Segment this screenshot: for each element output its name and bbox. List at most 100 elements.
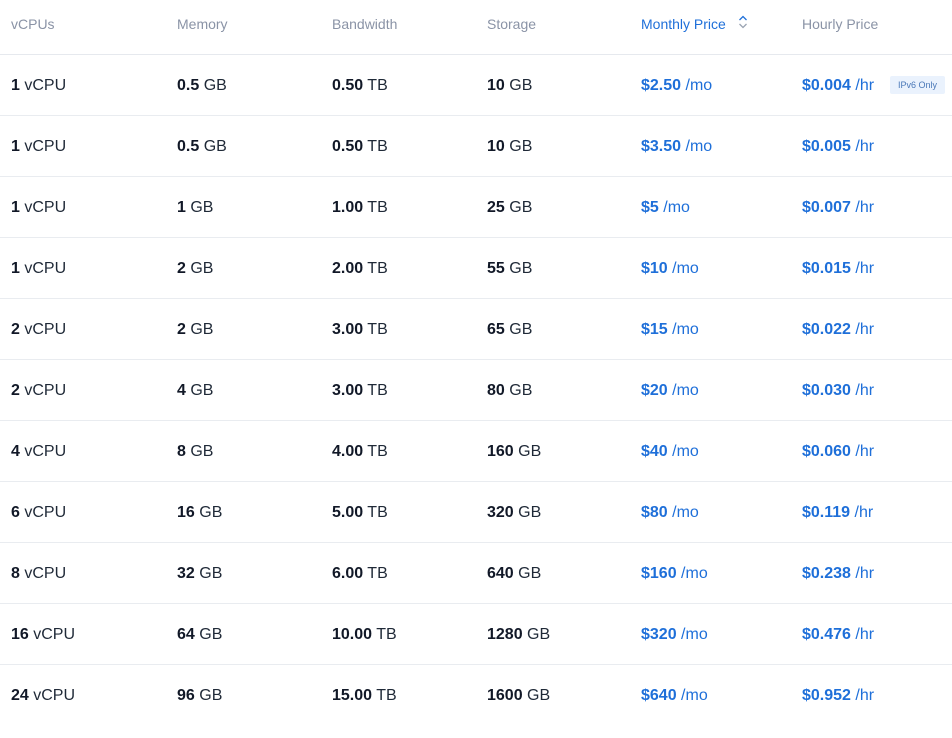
monthly-price-cell: $5 /mo: [641, 177, 690, 237]
hourly-price-value: $0.004: [802, 77, 851, 94]
header-monthly-price-label: Monthly Price: [641, 16, 726, 32]
storage-cell: 1280 GB: [487, 604, 550, 664]
table-row[interactable]: 6 vCPU 16 GB 5.00 TB 320 GB $80 /mo $0.119 /h…: [0, 482, 952, 543]
bandwidth-cell: 5.00 TB: [332, 482, 388, 542]
memory-cell: 16 GB: [177, 482, 222, 542]
bandwidth-value: 10.00: [332, 626, 373, 643]
storage-value: 1600: [487, 687, 523, 704]
memory-cell: 2 GB: [177, 299, 213, 359]
monthly-price-cell: $2.50 /mo: [641, 55, 712, 115]
table-body: 1 vCPU 0.5 GB 0.50 TB 10 GB $2.50 /mo $0.004 …: [0, 55, 952, 725]
memory-cell: 2 GB: [177, 238, 213, 298]
hourly-price-value: $0.119: [802, 504, 851, 521]
bandwidth-value: 3.00: [332, 382, 364, 399]
bandwidth-cell: 3.00 TB: [332, 360, 388, 420]
header-monthly-price[interactable]: Monthly Price: [641, 15, 748, 34]
vcpus-value: 6: [11, 504, 20, 521]
memory-cell: 1 GB: [177, 177, 213, 237]
table-row[interactable]: 8 vCPU 32 GB 6.00 TB 640 GB $160 /mo $0.238 /…: [0, 543, 952, 604]
vcpus-unit: vCPU: [33, 626, 76, 643]
hourly-price-cell: $0.030 /hr: [802, 360, 874, 420]
hourly-price-unit: /hr: [855, 626, 875, 643]
bandwidth-unit: TB: [367, 260, 388, 277]
storage-cell: 10 GB: [487, 116, 532, 176]
monthly-price-unit: /mo: [685, 138, 713, 155]
hourly-price-cell: $0.015 /hr: [802, 238, 874, 298]
hourly-price-value: $0.015: [802, 260, 851, 277]
vcpus-unit: vCPU: [24, 138, 67, 155]
header-hourly-price[interactable]: Hourly Price: [802, 15, 878, 33]
monthly-price-value: $40: [641, 443, 668, 460]
hourly-price-cell: $0.238 /hr: [802, 543, 874, 603]
hourly-price-value: $0.476: [802, 626, 851, 643]
header-memory[interactable]: Memory: [177, 15, 228, 33]
table-row[interactable]: 16 vCPU 64 GB 10.00 TB 1280 GB $320 /mo $0.47…: [0, 604, 952, 665]
table-header: vCPUs Memory Bandwidth Storage Monthly P…: [0, 0, 952, 55]
table-row[interactable]: 2 vCPU 4 GB 3.00 TB 80 GB $20 /mo $0.030 /hr: [0, 360, 952, 421]
monthly-price-cell: $10 /mo: [641, 238, 699, 298]
vcpus-cell: 1 vCPU: [11, 55, 66, 115]
memory-value: 2: [177, 321, 186, 338]
monthly-price-unit: /mo: [681, 687, 708, 704]
hourly-price-cell: $0.007 /hr: [802, 177, 874, 237]
vcpus-unit: vCPU: [33, 687, 76, 704]
monthly-price-unit: /mo: [681, 626, 708, 643]
monthly-price-cell: $640 /mo: [641, 665, 708, 725]
hourly-price-value: $0.060: [802, 443, 851, 460]
monthly-price-unit: /mo: [672, 443, 699, 460]
bandwidth-unit: TB: [367, 382, 388, 399]
hourly-price-value: $0.238: [802, 565, 851, 582]
vcpus-value: 2: [11, 382, 20, 399]
vcpus-cell: 24 vCPU: [11, 665, 75, 725]
memory-value: 16: [177, 504, 195, 521]
hourly-price-unit: /hr: [855, 321, 875, 338]
hourly-price-unit: /hr: [855, 138, 875, 155]
storage-value: 640: [487, 565, 514, 582]
bandwidth-cell: 0.50 TB: [332, 55, 388, 115]
memory-unit: GB: [199, 504, 223, 521]
memory-value: 8: [177, 443, 186, 460]
storage-value: 80: [487, 382, 505, 399]
pricing-table: vCPUs Memory Bandwidth Storage Monthly P…: [0, 0, 952, 725]
storage-unit: GB: [509, 321, 533, 338]
bandwidth-unit: TB: [376, 626, 397, 643]
hourly-price-cell: $0.476 /hr: [802, 604, 874, 664]
bandwidth-cell: 1.00 TB: [332, 177, 388, 237]
monthly-price-value: $5: [641, 199, 659, 216]
vcpus-cell: 6 vCPU: [11, 482, 66, 542]
monthly-price-value: $2.50: [641, 77, 682, 94]
sort-up-down-icon[interactable]: [738, 15, 748, 33]
table-row[interactable]: 24 vCPU 96 GB 15.00 TB 1600 GB $640 /mo $0.95…: [0, 665, 952, 725]
memory-value: 96: [177, 687, 195, 704]
table-row[interactable]: 1 vCPU 2 GB 2.00 TB 55 GB $10 /mo $0.015 /hr: [0, 238, 952, 299]
header-vcpus[interactable]: vCPUs: [11, 15, 55, 33]
monthly-price-unit: /mo: [672, 382, 699, 399]
table-row[interactable]: 2 vCPU 2 GB 3.00 TB 65 GB $15 /mo $0.022 /hr: [0, 299, 952, 360]
vcpus-cell: 1 vCPU: [11, 238, 66, 298]
storage-unit: GB: [509, 382, 533, 399]
storage-cell: 640 GB: [487, 543, 541, 603]
monthly-price-cell: $80 /mo: [641, 482, 699, 542]
monthly-price-unit: /mo: [681, 565, 708, 582]
vcpus-value: 1: [11, 77, 20, 94]
memory-unit: GB: [190, 382, 214, 399]
header-storage[interactable]: Storage: [487, 15, 536, 33]
bandwidth-cell: 6.00 TB: [332, 543, 388, 603]
vcpus-cell: 16 vCPU: [11, 604, 75, 664]
vcpus-unit: vCPU: [24, 199, 67, 216]
hourly-price-cell: $0.004 /hr: [802, 55, 874, 115]
storage-unit: GB: [509, 77, 533, 94]
hourly-price-unit: /hr: [855, 199, 875, 216]
vcpus-value: 8: [11, 565, 20, 582]
hourly-price-cell: $0.952 /hr: [802, 665, 874, 725]
table-row[interactable]: 1 vCPU 0.5 GB 0.50 TB 10 GB $2.50 /mo $0.004 …: [0, 55, 952, 116]
hourly-price-value: $0.030: [802, 382, 851, 399]
storage-cell: 10 GB: [487, 55, 532, 115]
table-row[interactable]: 1 vCPU 0.5 GB 0.50 TB 10 GB $3.50 /mo $0.005 …: [0, 116, 952, 177]
table-row[interactable]: 4 vCPU 8 GB 4.00 TB 160 GB $40 /mo $0.060 /hr: [0, 421, 952, 482]
table-row[interactable]: 1 vCPU 1 GB 1.00 TB 25 GB $5 /mo $0.007 /hr: [0, 177, 952, 238]
header-bandwidth[interactable]: Bandwidth: [332, 15, 397, 33]
storage-value: 320: [487, 504, 514, 521]
vcpus-value: 1: [11, 138, 20, 155]
hourly-price-unit: /hr: [855, 260, 875, 277]
